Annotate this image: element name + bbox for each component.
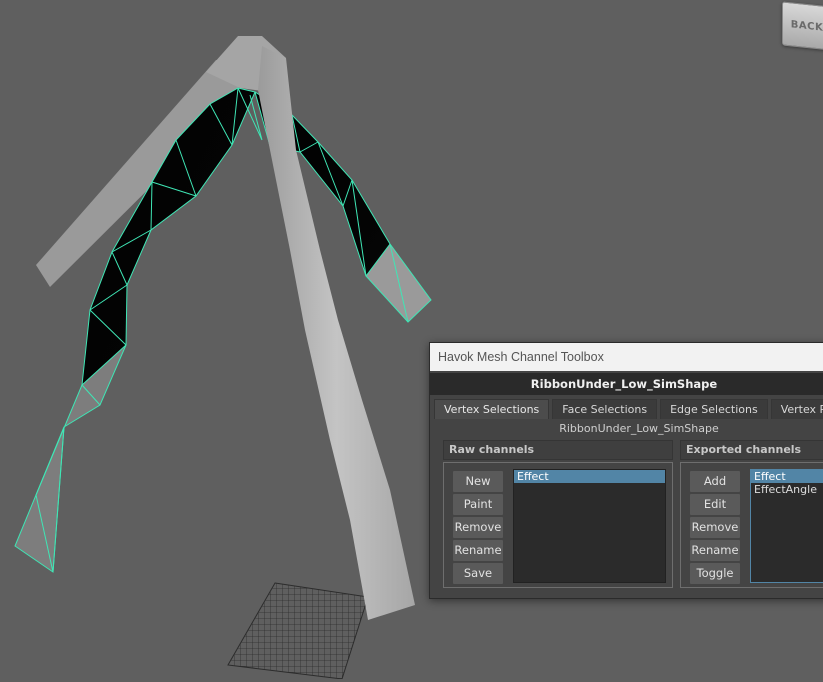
current-shape-label: RibbonUnder_Low_SimShape bbox=[559, 422, 719, 435]
list-item[interactable]: Effect bbox=[751, 470, 823, 483]
edit-exported-channel-button[interactable]: Edit bbox=[690, 494, 740, 515]
save-channel-button[interactable]: Save bbox=[453, 563, 503, 584]
shape-name: RibbonUnder_Low_SimShape bbox=[530, 377, 718, 391]
remove-raw-channel-button[interactable]: Remove bbox=[453, 517, 503, 538]
view-cube[interactable]: BACK bbox=[782, 1, 823, 51]
remove-exported-channel-button[interactable]: Remove bbox=[690, 517, 740, 538]
tab-vertex-selections[interactable]: Vertex Selections bbox=[434, 399, 550, 419]
rename-exported-channel-button[interactable]: Rename bbox=[690, 540, 740, 561]
front-ribbon bbox=[258, 46, 415, 620]
shape-name-bar: RibbonUnder_Low_SimShape bbox=[430, 373, 823, 395]
rename-raw-channel-button[interactable]: Rename bbox=[453, 540, 503, 561]
toggle-exported-channel-button[interactable]: Toggle bbox=[690, 563, 740, 584]
raw-channels-list[interactable]: Effect bbox=[513, 469, 666, 583]
list-item[interactable]: Effect bbox=[514, 470, 665, 483]
selected-ribbon-left-lower bbox=[15, 345, 126, 572]
tab-bar: Vertex Selections Face Selections Edge S… bbox=[434, 399, 823, 419]
havok-mesh-channel-toolbox: Havok Mesh Channel Toolbox RibbonUnder_L… bbox=[429, 342, 823, 599]
list-item[interactable]: EffectAngle bbox=[751, 483, 823, 496]
add-exported-channel-button[interactable]: Add bbox=[690, 471, 740, 492]
exported-channels-body: Add Edit Remove Rename Toggle Effect Eff… bbox=[680, 462, 823, 588]
window-title: Havok Mesh Channel Toolbox bbox=[438, 350, 604, 364]
ground-grid bbox=[227, 582, 369, 680]
raw-channels-body: New Paint Remove Rename Save Effect bbox=[443, 462, 673, 588]
raw-channels-header: Raw channels bbox=[443, 440, 673, 460]
view-cube-label: BACK bbox=[790, 18, 823, 34]
exported-channels-header: Exported channels bbox=[680, 440, 823, 460]
tab-edge-selections[interactable]: Edge Selections bbox=[660, 399, 768, 419]
raw-channels-panel: Raw channels New Paint Remove Rename Sav… bbox=[443, 440, 673, 588]
paint-channel-button[interactable]: Paint bbox=[453, 494, 503, 515]
window-titlebar[interactable]: Havok Mesh Channel Toolbox bbox=[430, 343, 823, 371]
new-channel-button[interactable]: New bbox=[453, 471, 503, 492]
tab-face-selections[interactable]: Face Selections bbox=[552, 399, 658, 419]
exported-channels-list[interactable]: Effect EffectAngle bbox=[750, 469, 823, 583]
exported-channels-panel: Exported channels Add Edit Remove Rename… bbox=[680, 440, 823, 588]
tab-vertex-painting[interactable]: Vertex Painti bbox=[770, 399, 823, 419]
